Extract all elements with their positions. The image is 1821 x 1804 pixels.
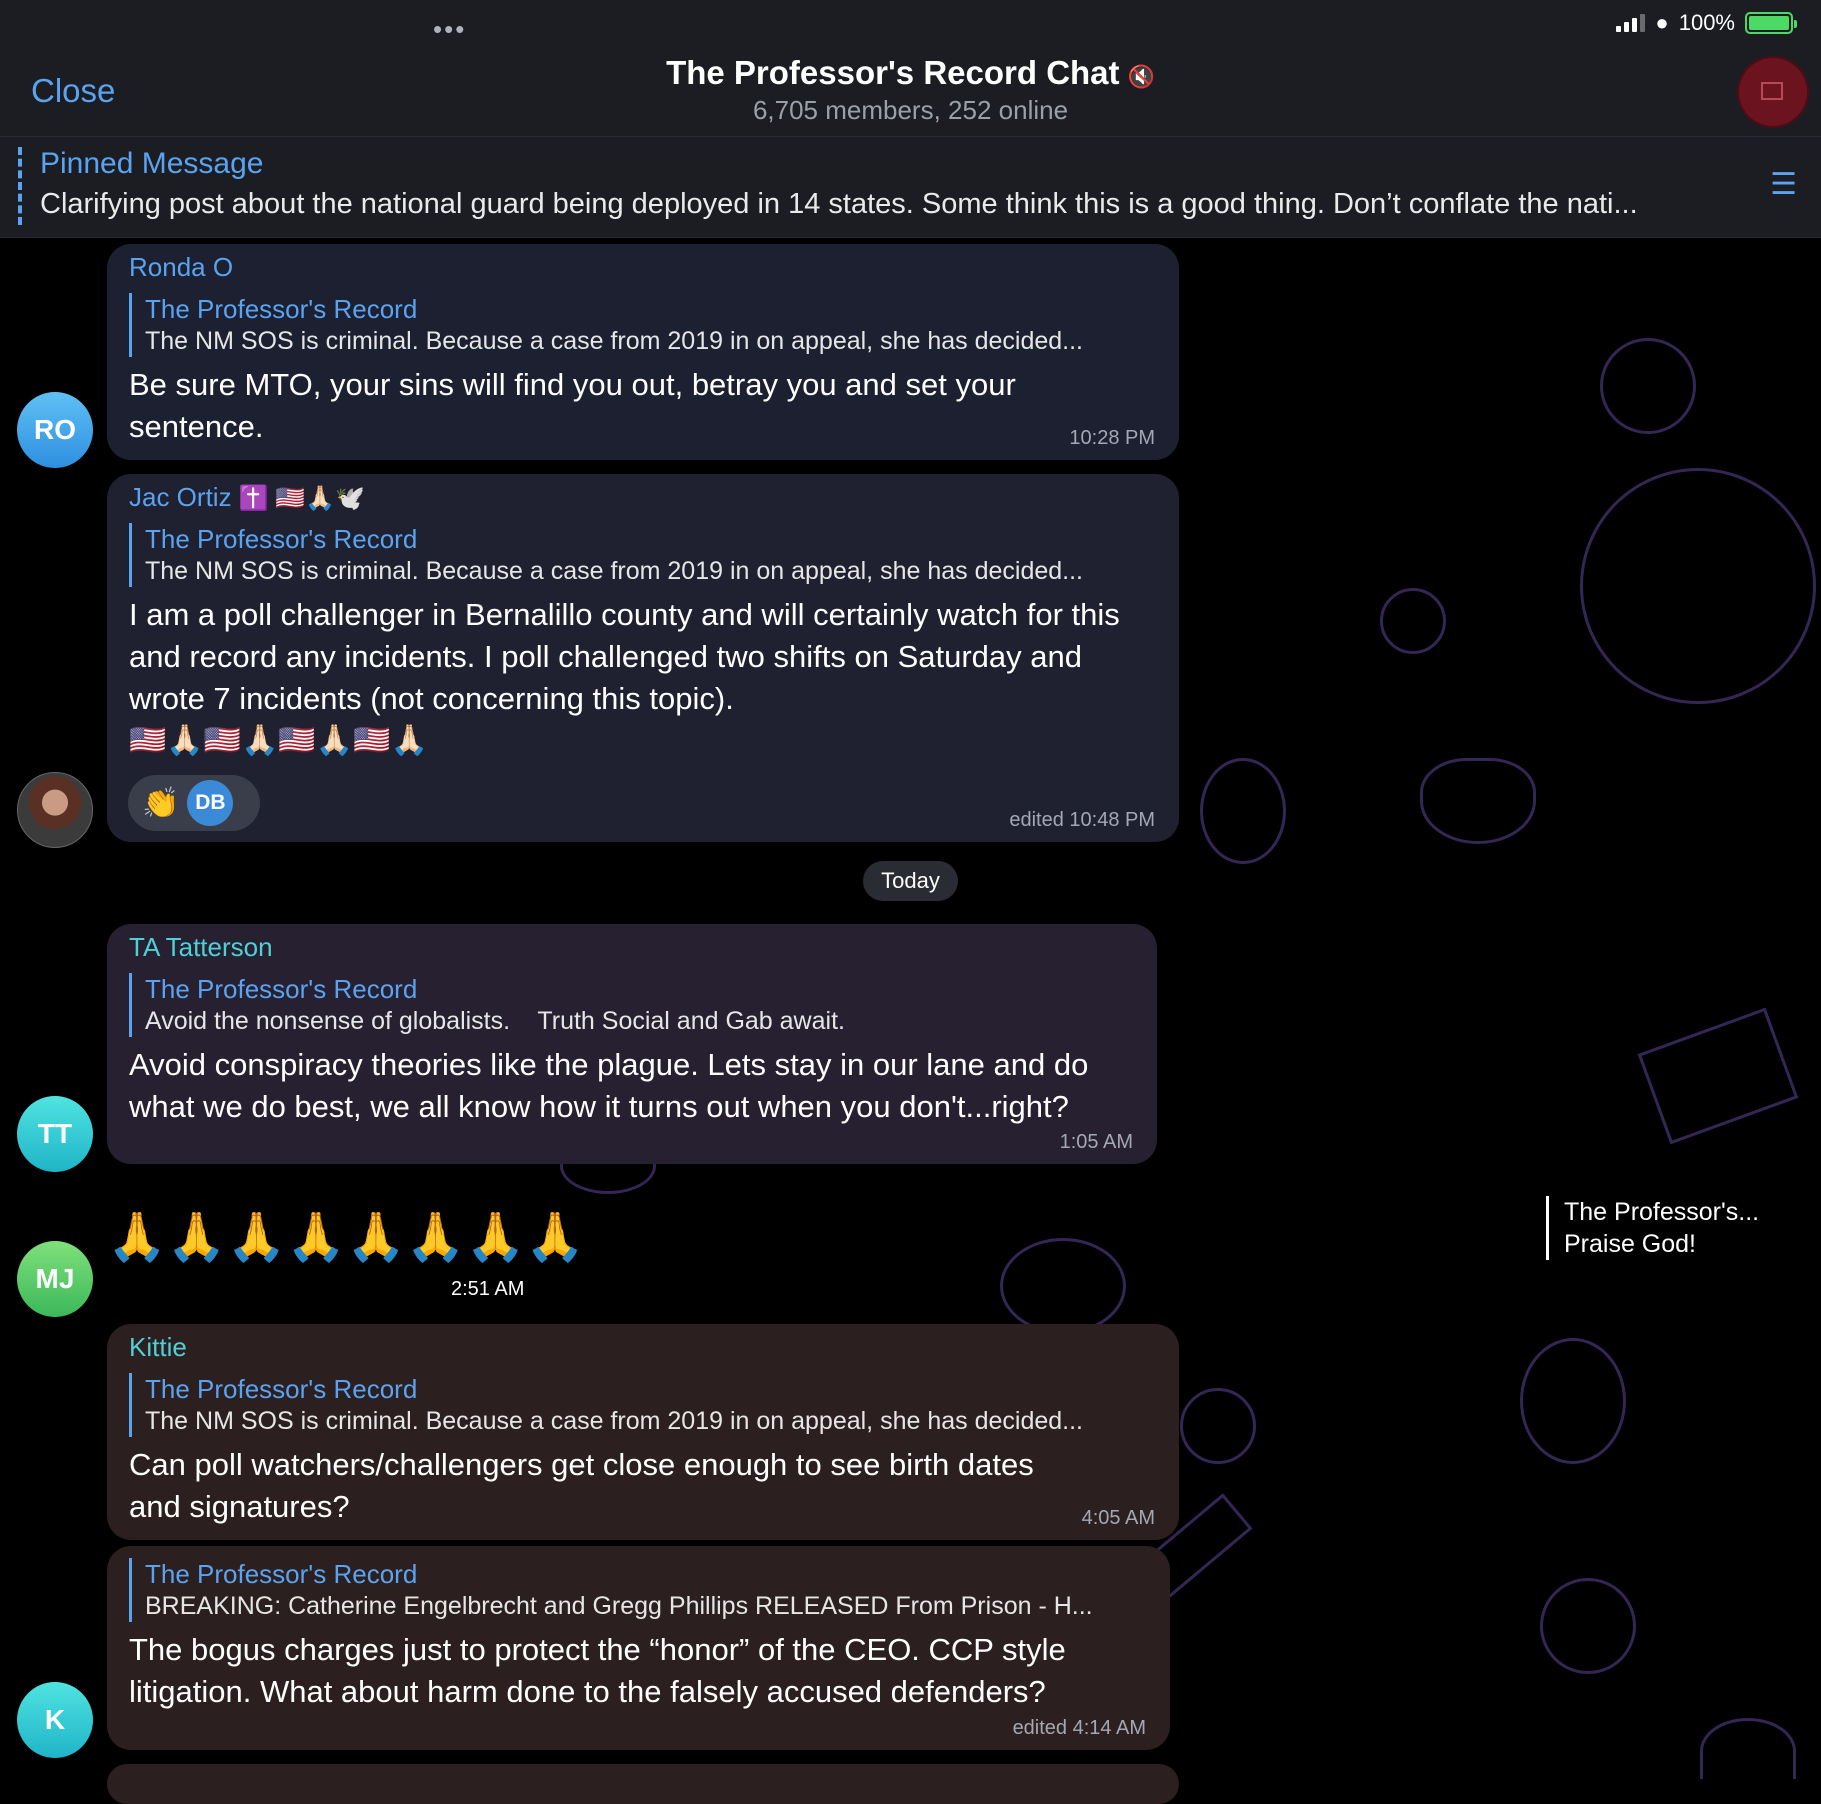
pinned-indicator <box>18 147 22 225</box>
status-bar: ● 100% <box>1616 10 1797 36</box>
avatar[interactable]: RO <box>17 392 93 468</box>
message-sender[interactable]: Kittie <box>129 1332 187 1363</box>
pin-list-icon[interactable]: ☰ <box>1770 167 1797 202</box>
doodle-icon <box>1700 1718 1796 1779</box>
doodle-icon <box>1580 468 1816 704</box>
reaction-chip[interactable]: 👏 DB <box>128 775 260 831</box>
reaction-user-avatar: DB <box>187 780 234 826</box>
message-text: Can poll watchers/challengers get close … <box>129 1447 1034 1524</box>
reply-quote[interactable]: The Professor's Record The NM SOS is cri… <box>129 523 1083 587</box>
message-time: 4:05 AM <box>1081 1507 1155 1529</box>
chat-member-count: 6,705 members, 252 online <box>752 95 1069 125</box>
chat-header: ••• ● 100% Close The Professor's Record … <box>0 0 1821 137</box>
message-bubble[interactable]: The Professor's Record BREAKING: Catheri… <box>107 1546 1170 1750</box>
pinned-label: Pinned Message <box>40 147 264 180</box>
reply-title: The Professor's Record <box>145 524 418 554</box>
message-sender[interactable]: Ronda O <box>129 252 233 283</box>
reply-text: Praise God! <box>1564 1230 1697 1258</box>
message-text: Be sure MTO, your sins will find you out… <box>129 367 1016 444</box>
sender-emoji: ✝️ 🇺🇸🙏🏻🕊️ <box>238 485 366 512</box>
logo-icon <box>1761 82 1783 100</box>
battery-percent: 100% <box>1678 10 1735 35</box>
doodle-icon <box>1600 338 1696 434</box>
message-sender[interactable]: TA Tatterson <box>129 932 273 963</box>
message-bubble[interactable]: Kittie The Professor's Record The NM SOS… <box>107 1324 1179 1540</box>
message-sender[interactable]: Jac Ortiz ✝️ 🇺🇸🙏🏻🕊️ <box>129 482 365 513</box>
date-separator: Today <box>863 861 958 901</box>
doodle-icon <box>1200 758 1286 864</box>
doodle-icon <box>1540 1578 1636 1674</box>
reply-quote[interactable]: The Professor's Record The NM SOS is cri… <box>129 1373 1083 1437</box>
message-time: 2:51 AM <box>451 1278 525 1300</box>
reply-title: The Professor's Record <box>145 1374 418 1404</box>
reply-quote[interactable]: The Professor's... Praise God! <box>1546 1196 1759 1260</box>
avatar[interactable]: MJ <box>17 1241 93 1317</box>
clap-icon: 👏 <box>142 786 180 820</box>
chat-title[interactable]: The Professor's Record Chat 🔇 <box>0 54 1821 92</box>
reply-text: The NM SOS is criminal. Because a case f… <box>145 1407 1083 1435</box>
reply-title: The Professor's Record <box>145 294 418 324</box>
reply-quote[interactable]: The Professor's Record The NM SOS is cri… <box>129 293 1083 357</box>
avatar[interactable]: TT <box>17 1096 93 1172</box>
sender-name: Jac Ortiz <box>129 482 232 512</box>
cellular-signal-icon <box>1616 14 1646 32</box>
message-bubble[interactable] <box>107 1764 1179 1804</box>
message-bubble[interactable]: TA Tatterson The Professor's Record Avoi… <box>107 924 1157 1164</box>
message-time: 1:05 AM <box>1059 1131 1133 1153</box>
emoji-message[interactable]: 🙏🙏🙏🙏🙏🙏🙏🙏 <box>107 1208 585 1268</box>
avatar[interactable] <box>17 772 93 848</box>
mute-icon: 🔇 <box>1127 64 1155 89</box>
reply-quote[interactable]: The Professor's Record BREAKING: Catheri… <box>129 1558 1093 1622</box>
message-text: The bogus charges just to protect the “h… <box>129 1632 1066 1709</box>
reply-text: The NM SOS is criminal. Because a case f… <box>145 557 1083 585</box>
message-time: edited 10:48 PM <box>1009 809 1155 831</box>
emoji-line: 🇺🇸🙏🏻🇺🇸🙏🏻🇺🇸🙏🏻🇺🇸🙏🏻 <box>129 724 428 757</box>
message-bubble[interactable]: Jac Ortiz ✝️ 🇺🇸🙏🏻🕊️ The Professor's Reco… <box>107 474 1179 842</box>
doodle-icon <box>1180 1388 1256 1464</box>
reply-text: The NM SOS is criminal. Because a case f… <box>145 327 1083 355</box>
wifi-icon: ● <box>1655 10 1669 35</box>
message-time: 10:28 PM <box>1069 427 1155 449</box>
more-dots-icon[interactable]: ••• <box>433 14 466 45</box>
message-time: edited 4:14 AM <box>1012 1717 1146 1739</box>
chat-title-text: The Professor's Record Chat <box>666 54 1120 91</box>
doodle-icon <box>1000 1238 1126 1334</box>
reply-quote[interactable]: The Professor's Record Avoid the nonsens… <box>129 973 845 1037</box>
reply-text: BREAKING: Catherine Engelbrecht and Greg… <box>145 1592 1093 1620</box>
reply-title: The Professor's Record <box>145 1559 418 1589</box>
doodle-icon <box>1637 1007 1799 1145</box>
reply-title: The Professor's... <box>1564 1198 1760 1226</box>
doodle-icon <box>1380 588 1446 654</box>
doodle-icon <box>1520 1338 1626 1464</box>
chat-avatar[interactable] <box>1737 56 1809 128</box>
doodle-icon <box>1420 758 1536 844</box>
message-bubble[interactable]: Ronda O The Professor's Record The NM SO… <box>107 244 1179 460</box>
reply-title: The Professor's Record <box>145 974 418 1004</box>
pinned-message[interactable]: Pinned Message Clarifying post about the… <box>0 137 1821 238</box>
battery-icon <box>1745 12 1797 34</box>
message-text: Avoid conspiracy theories like the plagu… <box>129 1047 1089 1124</box>
avatar[interactable]: K <box>17 1682 93 1758</box>
message-text: I am a poll challenger in Bernalillo cou… <box>129 597 1120 716</box>
pinned-text: Clarifying post about the national guard… <box>40 188 1638 220</box>
reply-text: Avoid the nonsense of globalists. Truth … <box>145 1007 845 1035</box>
